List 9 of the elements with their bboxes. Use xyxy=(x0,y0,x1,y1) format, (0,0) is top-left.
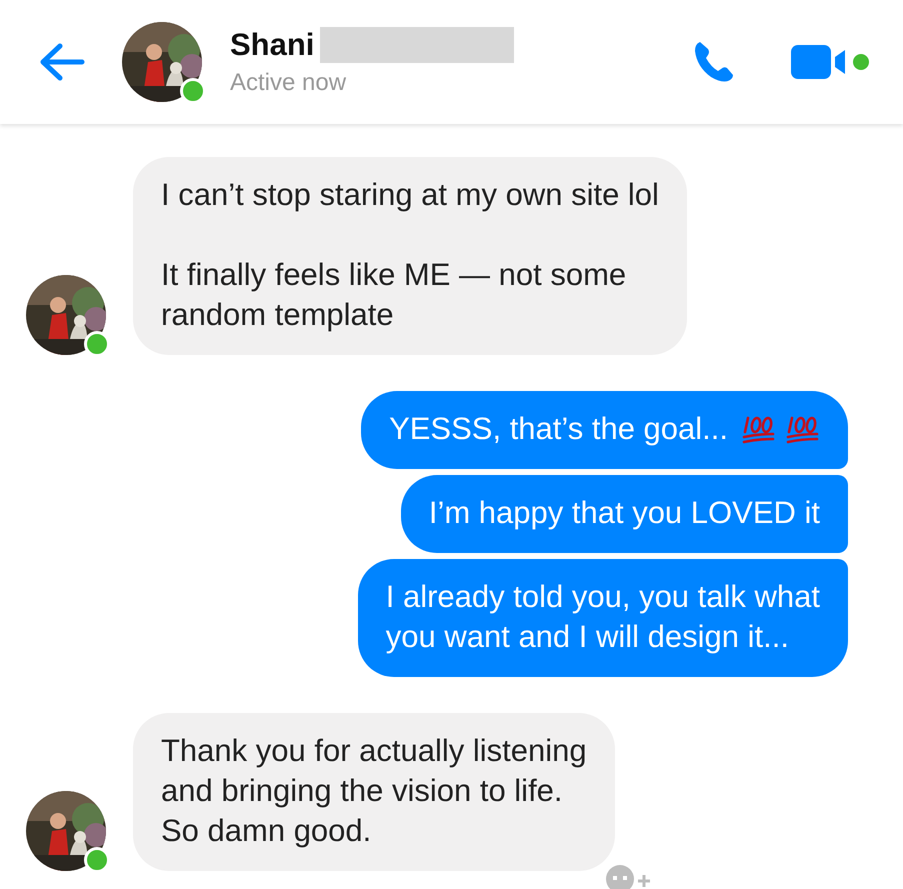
message-text: I can’t stop staring at my own site lol It finally feels like ME — not some random template xyxy=(161,176,659,334)
message-text: Thank you for actually listening and bringing the vision to life. So damn good. xyxy=(161,732,587,850)
back-arrow-icon[interactable] xyxy=(38,42,86,82)
message-text: I already told you, you talk what you want and I will design it... xyxy=(386,578,820,656)
contact-name: Shani xyxy=(230,27,314,63)
message-text: YESSS, that’s the goal... xyxy=(389,410,728,448)
message-text: I’m happy that you LOVED it xyxy=(428,494,820,532)
active-status: Active now xyxy=(230,69,348,97)
video-camera-icon[interactable] xyxy=(791,45,871,79)
